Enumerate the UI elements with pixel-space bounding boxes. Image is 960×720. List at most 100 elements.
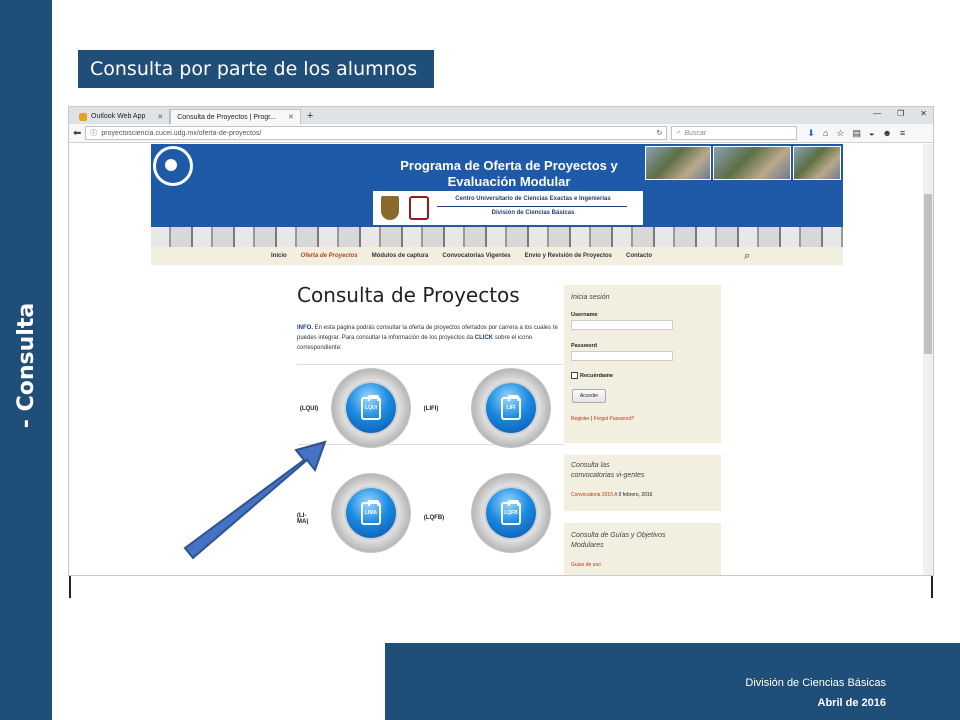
lqui-program-icon[interactable]: LQUI xyxy=(331,368,411,448)
clipboard-icon: LQFB xyxy=(501,499,521,525)
search-input[interactable]: ⌕ Buscar xyxy=(671,126,798,140)
restore-icon[interactable]: ❐ xyxy=(897,109,904,118)
password-label: Password xyxy=(571,343,597,349)
pocket-icon[interactable]: ◒ xyxy=(869,128,874,139)
vertical-title: - Consulta xyxy=(14,302,40,428)
clipboard-icon: LQUI xyxy=(361,394,381,420)
udg-shield-logo xyxy=(381,196,399,220)
orb-inner: LIFI xyxy=(486,383,536,433)
program-label-lima: (LI-MA) xyxy=(297,513,309,525)
footer-date: Abril de 2016 xyxy=(817,697,886,709)
outlook-icon xyxy=(79,112,87,121)
reload-icon[interactable]: ↻ xyxy=(657,129,663,137)
close-tab-icon[interactable]: ✕ xyxy=(157,113,163,121)
program-label-lqfb: (LQFB) xyxy=(423,515,445,521)
guias-title: Consulta de Guías y Objetivos Modulares xyxy=(571,532,666,549)
toolbar-icons: ⬇ ⌂ ☆ ▤ ◒ ☻ ≡ xyxy=(807,128,905,139)
home-icon[interactable]: ⌂ xyxy=(823,128,828,139)
login-title: Inicia sesión xyxy=(571,294,610,301)
lima-program-icon[interactable]: LIMA xyxy=(331,473,411,553)
vertical-title-container: - Consulta xyxy=(12,0,42,720)
convocatoria-link[interactable]: Convocatoria 2016 A xyxy=(571,492,617,498)
close-window-icon[interactable]: ✕ xyxy=(920,109,927,118)
guias-entry: Guías de uso xyxy=(571,562,601,568)
scrollbar[interactable] xyxy=(923,144,933,575)
page-title: Consulta de Proyectos xyxy=(297,283,520,307)
left-marker xyxy=(69,576,71,598)
menu-item-envio[interactable]: Envío y Revisión de Proyectos xyxy=(525,253,612,259)
site-search-icon[interactable]: ⌕ xyxy=(744,250,750,263)
division-name: División de Ciencias Básicas xyxy=(491,210,575,216)
tab-label: Outlook Web App xyxy=(91,113,146,120)
minimize-icon[interactable]: — xyxy=(873,109,881,118)
main-content: Consulta de Proyectos INFO. En esta pági… xyxy=(297,265,563,575)
institution-rule xyxy=(437,206,627,207)
search-icon: ⌕ xyxy=(676,129,681,136)
tab-consulta[interactable]: Consulta de Proyectos | Progr... ✕ xyxy=(170,109,301,124)
login-button[interactable]: Acceder xyxy=(572,389,606,403)
username-label: Username xyxy=(571,312,598,318)
site-title: Programa de Oferta de Proyectos y Evalua… xyxy=(400,158,618,189)
tab-outlook[interactable]: Outlook Web App ✕ xyxy=(73,109,171,124)
register-link[interactable]: Register xyxy=(571,416,590,422)
convocatoria-date: 9 febrero, 2016 xyxy=(617,492,653,498)
menu-icon[interactable]: ≡ xyxy=(900,128,905,139)
close-tab-icon[interactable]: ✕ xyxy=(288,113,294,121)
lqfb-program-icon[interactable]: LQFB xyxy=(471,473,551,553)
scrollbar-thumb[interactable] xyxy=(924,194,932,354)
download-icon[interactable]: ⬇ xyxy=(807,128,815,139)
institution-name: Centro Universitario de Ciencias Exactas… xyxy=(455,196,611,202)
program-label-lqui: (LQUI) xyxy=(299,406,319,412)
orb-inner: LQUI xyxy=(346,383,396,433)
guias-link[interactable]: Guías de uso xyxy=(571,562,601,568)
info-click: CLICK xyxy=(474,335,494,341)
page-viewport: Programa de Oferta de Proyectos y Evalua… xyxy=(69,144,925,575)
molecule-banner xyxy=(151,227,843,247)
site-header: Programa de Oferta de Proyectos y Evalua… xyxy=(151,144,843,227)
divider xyxy=(297,364,563,365)
info-label: INFO. xyxy=(297,325,313,331)
menu-item-modulos[interactable]: Módulos de captura xyxy=(372,253,429,259)
password-field[interactable] xyxy=(571,351,673,361)
convocatorias-title: Consulta las convocatorias vi-gentes xyxy=(571,462,645,479)
back-icon[interactable]: ⬅ xyxy=(73,128,81,139)
site-logo[interactable] xyxy=(153,146,193,186)
browser-window: Outlook Web App ✕ Consulta de Proyectos … xyxy=(68,106,934,576)
login-widget: Inicia sesión Username Password Recuérda… xyxy=(564,285,721,443)
new-tab-button[interactable]: + xyxy=(301,109,319,124)
remember-checkbox[interactable] xyxy=(571,372,578,379)
slide-title: Consulta por parte de los alumnos xyxy=(78,50,434,88)
clipboard-icon: LIMA xyxy=(361,499,381,525)
tab-bar: Outlook Web App ✕ Consulta de Proyectos … xyxy=(69,107,933,124)
institution-box: Centro Universitario de Ciencias Exactas… xyxy=(373,191,643,225)
right-marker xyxy=(931,576,933,598)
clipboard-icon: LIFI xyxy=(501,394,521,420)
forgot-password-link[interactable]: Forgot Password? xyxy=(594,416,635,422)
url-text: proyectosciencia.cucei.udg.mx/oferta-de-… xyxy=(101,129,262,137)
emoji-icon[interactable]: ☻ xyxy=(882,128,891,139)
username-field[interactable] xyxy=(571,320,673,330)
menu-item-convocatorias[interactable]: Convocatorias Vigentes xyxy=(442,253,510,259)
lifi-program-icon[interactable]: LIFI xyxy=(471,368,551,448)
header-photo-2 xyxy=(713,146,791,180)
info-paragraph: INFO. En esta página podrás consultar la… xyxy=(297,323,563,353)
slide: - Consulta Consulta por parte de los alu… xyxy=(0,0,960,720)
header-photo-1 xyxy=(645,146,711,180)
orb-inner: LQFB xyxy=(486,488,536,538)
menu-item-inicio[interactable]: Inicio xyxy=(271,253,287,259)
clipboard-icon[interactable]: ▤ xyxy=(852,128,861,139)
nav-bar: ⬅ ⓘ proyectosciencia.cucei.udg.mx/oferta… xyxy=(69,124,933,143)
website: Programa de Oferta de Proyectos y Evalua… xyxy=(151,144,843,575)
menu-item-contacto[interactable]: Contacto xyxy=(626,253,652,259)
remember-label: Recuérdame xyxy=(580,373,614,379)
bookmark-star-icon[interactable]: ☆ xyxy=(836,128,844,139)
footer-band: División de Ciencias Básicas Abril de 20… xyxy=(385,643,960,720)
info-icon[interactable]: ⓘ xyxy=(90,128,97,138)
convocatorias-widget: Consulta las convocatorias vi-gentes Con… xyxy=(564,455,721,511)
guias-widget: Consulta de Guías y Objetivos Modulares … xyxy=(564,523,721,575)
search-placeholder: Buscar xyxy=(684,129,707,137)
login-links: Register | Forgot Password? xyxy=(571,416,634,422)
orb-inner: LIMA xyxy=(346,488,396,538)
menu-item-oferta[interactable]: Oferta de Proyectos xyxy=(301,253,358,259)
address-bar[interactable]: ⓘ proyectosciencia.cucei.udg.mx/oferta-d… xyxy=(85,126,668,140)
